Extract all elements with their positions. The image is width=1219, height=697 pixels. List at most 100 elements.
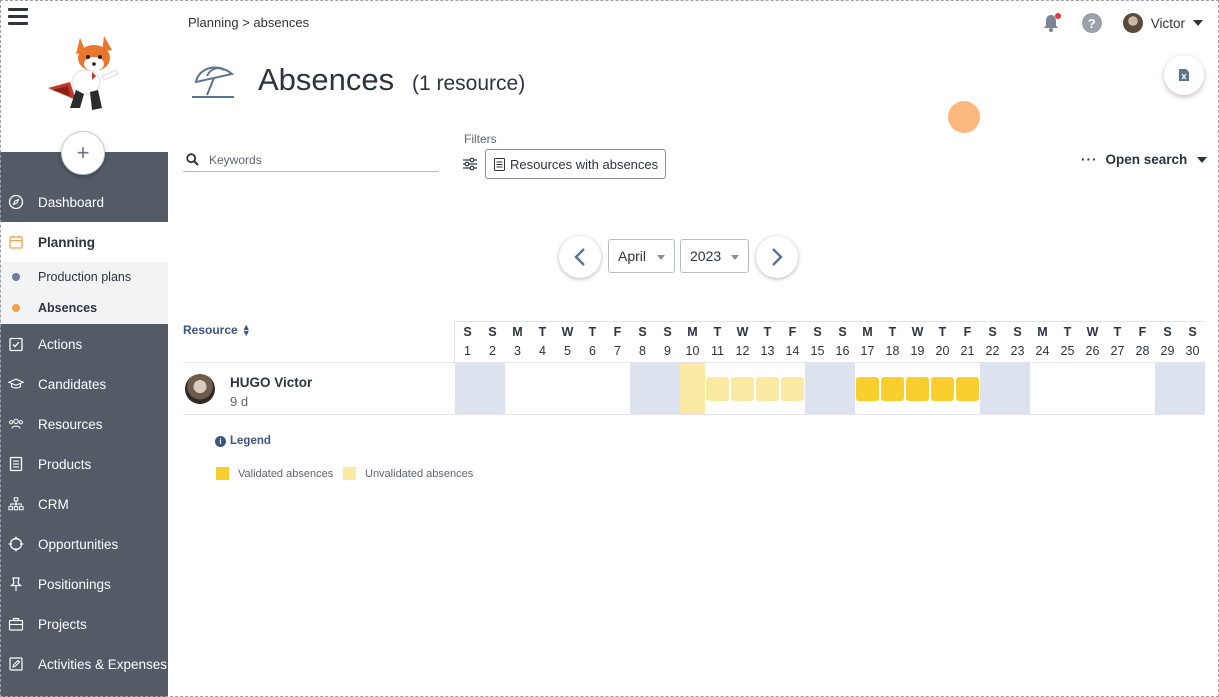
weekend-cell xyxy=(480,363,505,414)
day-number: 23 xyxy=(1010,344,1025,358)
sidebar-item-label: CRM xyxy=(38,496,69,512)
day-number: 14 xyxy=(785,344,800,358)
validated-absence-block[interactable] xyxy=(881,377,904,401)
weekday-letter: T xyxy=(938,325,947,339)
unvalidated-absence-block[interactable] xyxy=(706,377,729,401)
sidebar-item-candidates[interactable]: Candidates xyxy=(0,364,168,404)
day-number: 2 xyxy=(489,344,496,358)
sidebar-item-activities-expenses[interactable]: Activities & Expenses xyxy=(0,644,168,684)
avatar xyxy=(1122,13,1143,33)
open-search-button[interactable]: ··· Open search xyxy=(1081,152,1208,167)
resource-name[interactable]: HUGO Victor xyxy=(230,375,312,390)
weekday-letter: M xyxy=(512,325,523,339)
sidebar-item-planning[interactable]: Planning xyxy=(0,222,168,262)
sidebar-item-opportunities[interactable]: Opportunities xyxy=(0,524,168,564)
fox-mascot-logo xyxy=(48,36,119,110)
weekday-letter: M xyxy=(687,325,698,339)
sidebar-item-label: Activities & Expenses xyxy=(38,656,168,672)
weekday-letter: W xyxy=(911,325,924,339)
unvalidated-absence-block[interactable] xyxy=(731,377,754,401)
sidebar-item-projects[interactable]: Projects xyxy=(0,604,168,644)
page-subtitle: (1 resource) xyxy=(412,72,526,95)
excel-file-icon xyxy=(1179,69,1189,81)
legend-unvalidated-label: Unvalidated absences xyxy=(365,467,474,480)
weekday-letter: S xyxy=(488,325,497,339)
export-excel-button[interactable] xyxy=(1164,55,1204,95)
year-select[interactable]: 2023 xyxy=(680,239,749,273)
day-number: 8 xyxy=(639,344,646,358)
validated-absence-block[interactable] xyxy=(931,377,954,401)
edit-icon xyxy=(8,656,24,672)
month-select[interactable]: April xyxy=(608,239,675,273)
weekday-letter: T xyxy=(713,325,722,339)
target-icon xyxy=(8,536,24,552)
chevron-down-icon xyxy=(1197,156,1208,163)
filter-chip-resources-with-absences[interactable]: Resources with absences xyxy=(485,149,666,179)
help-icon[interactable]: ? xyxy=(1081,13,1102,33)
sidebar-subitem-label: Production plans xyxy=(38,270,132,284)
more-dots-icon: ··· xyxy=(1081,152,1098,167)
chevron-down-icon xyxy=(657,255,665,260)
add-button[interactable]: + xyxy=(61,131,105,175)
cursor-indicator xyxy=(948,101,980,133)
sidebar-subitem-production-plans[interactable]: Production plans xyxy=(0,262,168,292)
sidebar-item-actions[interactable]: Actions xyxy=(0,324,168,364)
day-number: 12 xyxy=(735,344,750,358)
sidebar-subitem-absences[interactable]: Absences xyxy=(0,293,168,323)
day-number: 13 xyxy=(760,344,775,358)
weekend-cell xyxy=(630,363,655,414)
day-number: 10 xyxy=(685,344,700,358)
chevron-down-icon xyxy=(1193,20,1203,26)
people-icon xyxy=(8,416,24,432)
resource-column-header[interactable]: Resource ▲ ▼ xyxy=(183,323,251,338)
sidebar-item-resources[interactable]: Resources xyxy=(0,404,168,444)
weekday-letter: S xyxy=(988,325,997,339)
chevron-left-icon xyxy=(574,248,585,266)
notification-badge xyxy=(1054,13,1061,19)
sidebar-subitem-label: Absences xyxy=(38,301,98,315)
previous-month-button[interactable] xyxy=(559,236,601,278)
sidebar-item-label: Dashboard xyxy=(38,194,105,210)
sidebar-item-label: Opportunities xyxy=(38,536,119,552)
bullet-icon xyxy=(12,304,20,312)
sidebar-item-products[interactable]: Products xyxy=(0,444,168,484)
user-menu[interactable]: Victor xyxy=(1122,13,1203,33)
sidebar-item-dashboard[interactable]: Dashboard xyxy=(0,182,168,222)
day-number: 15 xyxy=(810,344,825,358)
validated-absence-block[interactable] xyxy=(906,377,929,401)
keywords-search xyxy=(183,148,439,172)
breadcrumb[interactable]: Planning > absences xyxy=(188,15,309,30)
weekday-letter: W xyxy=(1086,325,1099,339)
day-number: 24 xyxy=(1035,344,1050,358)
validated-absence-block[interactable] xyxy=(856,377,879,401)
compass-icon xyxy=(8,194,24,210)
chevron-right-icon xyxy=(772,248,783,266)
validated-absence-block[interactable] xyxy=(956,377,979,401)
sidebar-item-positionings[interactable]: Positionings xyxy=(0,564,168,604)
weekend-cell xyxy=(1155,363,1180,414)
unvalidated-absence-block[interactable] xyxy=(756,377,779,401)
weekday-letter: F xyxy=(788,325,797,339)
sidebar: + Dashboard Planning Production plans Ab… xyxy=(0,0,168,697)
day-number: 27 xyxy=(1110,344,1125,358)
sliders-icon[interactable] xyxy=(463,157,477,171)
bullet-icon xyxy=(12,273,20,281)
day-number: 21 xyxy=(960,344,975,358)
day-number: 1 xyxy=(464,344,471,358)
keywords-input[interactable] xyxy=(209,152,429,167)
bell-icon[interactable] xyxy=(1040,12,1062,34)
briefcase-icon xyxy=(8,616,24,632)
weekday-letter: F xyxy=(613,325,622,339)
weekday-letter: T xyxy=(763,325,772,339)
menu-icon[interactable] xyxy=(8,8,28,26)
filters-label: Filters xyxy=(464,132,497,146)
sidebar-item-crm[interactable]: CRM xyxy=(0,484,168,524)
day-number: 4 xyxy=(539,344,546,358)
next-month-button[interactable] xyxy=(756,236,798,278)
info-icon: i xyxy=(215,435,226,447)
open-search-label: Open search xyxy=(1105,152,1188,167)
avatar xyxy=(185,374,215,404)
weekday-letter: T xyxy=(538,325,547,339)
unvalidated-absence-block[interactable] xyxy=(781,377,804,401)
weekday-letter: W xyxy=(561,325,574,339)
